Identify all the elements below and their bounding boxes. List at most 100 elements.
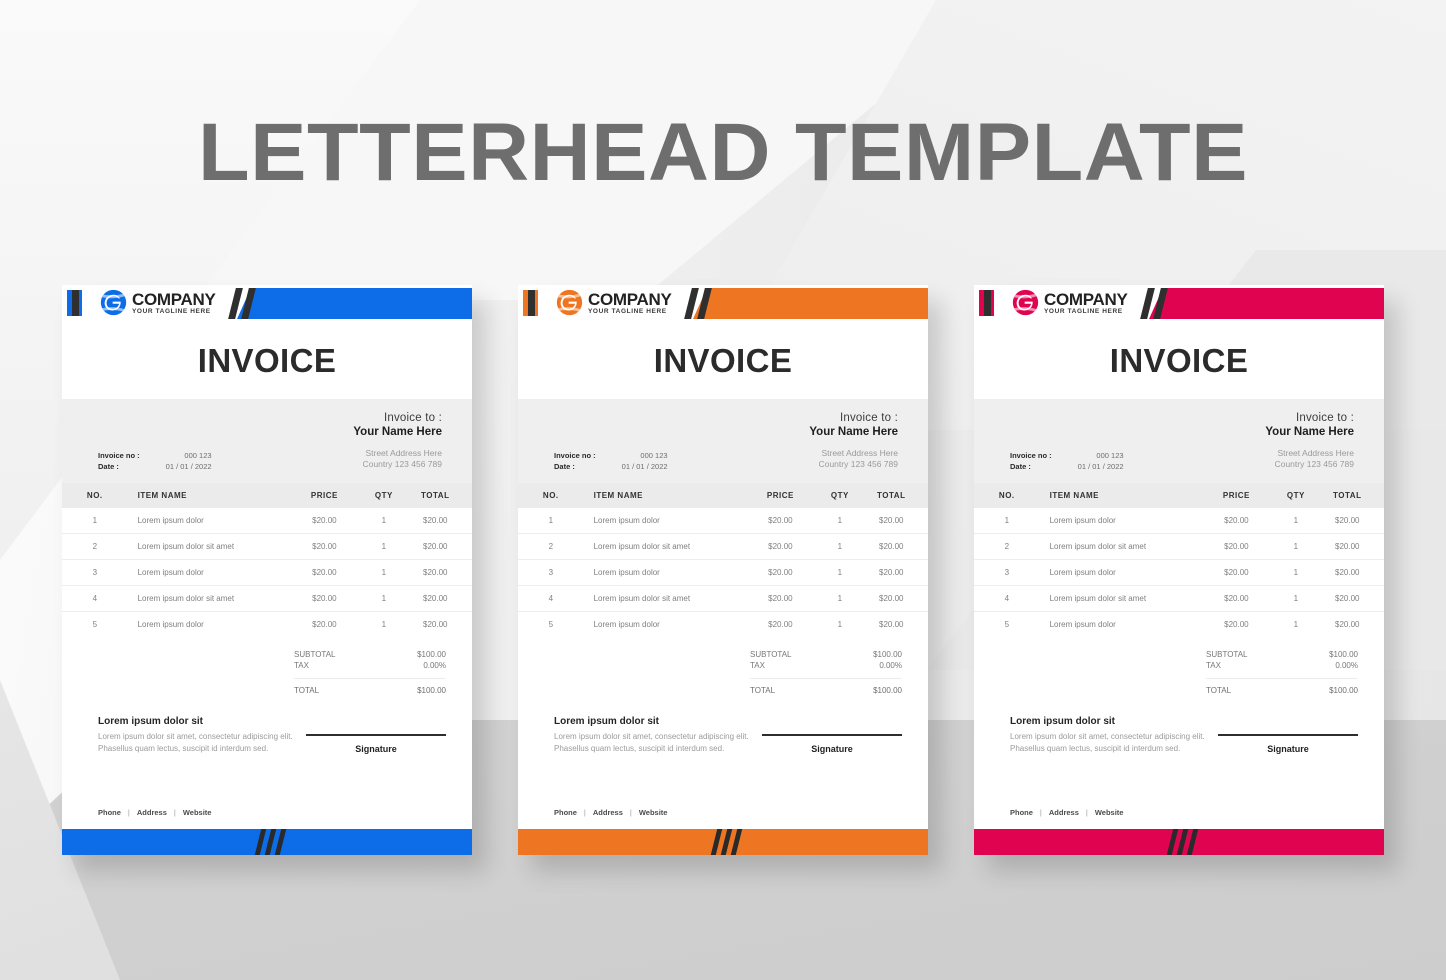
cell-no: 4 <box>62 585 128 612</box>
company-logo-text: COMPANY YOUR TAGLINE HERE <box>1044 290 1128 316</box>
cell-price: $20.00 <box>291 508 358 534</box>
client-name: Your Name Here <box>353 426 442 438</box>
invoice-date-value: 01 / 01 / 2022 <box>621 462 668 471</box>
contact-address[interactable]: Address <box>137 808 167 817</box>
cell-no: 2 <box>974 533 1040 560</box>
tax-value: 0.00% <box>423 661 446 670</box>
subtotal-value: $100.00 <box>873 650 902 659</box>
contact-phone[interactable]: Phone <box>554 808 577 817</box>
client-name: Your Name Here <box>1265 426 1354 438</box>
signature-area[interactable]: Signature <box>1218 734 1358 754</box>
contact-phone[interactable]: Phone <box>98 808 121 817</box>
notes-section: Lorem ipsum dolor sit Lorem ipsum dolor … <box>62 696 472 829</box>
invoice-heading: INVOICE <box>197 342 337 379</box>
cell-qty: 1 <box>357 508 411 534</box>
cell-no: 5 <box>92 620 98 629</box>
tax-value: 0.00% <box>1335 661 1358 670</box>
invoice-title-band: INVOICE <box>518 323 928 399</box>
subtotal-value: $100.00 <box>1329 650 1358 659</box>
cell-price: $20.00 <box>1203 533 1270 560</box>
cell-qty: 1 <box>813 585 867 612</box>
company-logo[interactable]: COMPANY YOUR TAGLINE HERE <box>556 289 672 316</box>
cell-price: $20.00 <box>1203 559 1270 586</box>
cell-price: $20.00 <box>291 559 358 586</box>
cell-price: $20.00 <box>312 620 337 629</box>
grand-total-value: $100.00 <box>873 686 902 695</box>
signature-area[interactable]: Signature <box>306 734 446 754</box>
table-row: 5 Lorem ipsum dolor $20.00 1 $20.00 <box>62 612 472 638</box>
invoice-date-label: Date : <box>1010 462 1031 471</box>
table-header-row: NO. ITEM NAME PRICE QTY TOTAL <box>974 483 1384 508</box>
cell-total: $20.00 <box>423 620 448 629</box>
tax-row: TAX 0.00% <box>294 660 446 671</box>
cell-price: $20.00 <box>1203 585 1270 612</box>
company-name: COMPANY <box>132 289 216 309</box>
table-row: 3 Lorem ipsum dolor $20.00 1 $20.00 <box>974 559 1384 586</box>
line-items-section: NO. ITEM NAME PRICE QTY TOTAL 1 Lorem ips… <box>974 483 1384 696</box>
totals-divider <box>750 678 902 679</box>
cell-price: $20.00 <box>747 533 814 560</box>
company-logo[interactable]: COMPANY YOUR TAGLINE HERE <box>100 289 216 316</box>
header-accent-bar <box>237 288 472 319</box>
subtotal-value: $100.00 <box>417 650 446 659</box>
line-items-section: NO. ITEM NAME PRICE QTY TOTAL 1 Lorem ips… <box>518 483 928 696</box>
card-footer-bar <box>62 829 472 855</box>
cell-qty: 1 <box>357 533 411 560</box>
invoice-to-label: Invoice to : <box>1295 412 1354 424</box>
invoice-no-value: 000 123 <box>1096 451 1124 460</box>
invoice-date-value: 01 / 01 / 2022 <box>165 462 212 471</box>
column-header-item: ITEM NAME <box>127 483 292 508</box>
cell-no: 5 <box>1004 620 1010 629</box>
cell-no: 4 <box>974 585 1040 612</box>
subtotal-label: SUBTOTAL <box>750 650 792 659</box>
cell-no: 3 <box>974 559 1040 586</box>
table-row: 5 Lorem ipsum dolor $20.00 1 $20.00 <box>974 612 1384 638</box>
grand-total-label: TOTAL <box>1206 686 1232 695</box>
cell-item: Lorem ipsum dolor sit amet <box>127 585 292 612</box>
contact-website[interactable]: Website <box>183 808 212 817</box>
grand-total-row: TOTAL $100.00 <box>1206 685 1358 696</box>
notes-section: Lorem ipsum dolor sit Lorem ipsum dolor … <box>518 696 928 829</box>
poster-canvas: LETTERHEAD TEMPLATE COMPANY YOUR TAGLINE… <box>0 0 1446 980</box>
cell-item: Lorem ipsum dolor <box>583 559 748 586</box>
cell-price: $20.00 <box>291 585 358 612</box>
invoice-meta-band: Invoice to : Your Name Here Street Addre… <box>974 399 1384 483</box>
table-row: 2 Lorem ipsum dolor sit amet $20.00 1 $20.00 <box>974 533 1384 560</box>
table-header-row: NO. ITEM NAME PRICE QTY TOTAL <box>62 483 472 508</box>
header-left-accent-block <box>979 290 994 316</box>
table-row: 3 Lorem ipsum dolor $20.00 1 $20.00 <box>62 559 472 586</box>
notes-title: Lorem ipsum dolor sit <box>554 716 660 727</box>
table-row: 1 Lorem ipsum dolor $20.00 1 $20.00 <box>518 508 928 534</box>
contact-address[interactable]: Address <box>593 808 623 817</box>
cell-price: $20.00 <box>768 620 793 629</box>
table-row: 1 Lorem ipsum dolor $20.00 1 $20.00 <box>974 508 1384 534</box>
cell-item: Lorem ipsum dolor <box>127 559 292 586</box>
cell-item: Lorem ipsum dolor <box>1039 508 1204 534</box>
cell-total: $20.00 <box>1335 620 1360 629</box>
contact-phone[interactable]: Phone <box>1010 808 1033 817</box>
table-row: 4 Lorem ipsum dolor sit amet $20.00 1 $20.00 <box>974 585 1384 612</box>
cell-qty: 1 <box>357 585 411 612</box>
cell-item: Lorem ipsum dolor <box>1039 559 1204 586</box>
cell-total: $20.00 <box>866 508 928 534</box>
tax-row: TAX 0.00% <box>1206 660 1358 671</box>
table-row: 5 Lorem ipsum dolor $20.00 1 $20.00 <box>518 612 928 638</box>
table-row: 4 Lorem ipsum dolor sit amet $20.00 1 $20.00 <box>62 585 472 612</box>
invoice-no-label: Invoice no : <box>98 451 140 460</box>
contact-website[interactable]: Website <box>639 808 668 817</box>
invoice-identifiers: Invoice no : Date : 000 123 01 / 01 / 20… <box>554 450 668 472</box>
cell-total: $20.00 <box>866 559 928 586</box>
contact-website[interactable]: Website <box>1095 808 1124 817</box>
invoice-identifiers: Invoice no : Date : 000 123 01 / 01 / 20… <box>1010 450 1124 472</box>
invoice-no-value: 000 123 <box>184 451 212 460</box>
grand-total-row: TOTAL $100.00 <box>294 685 446 696</box>
signature-label: Signature <box>355 743 397 754</box>
totals-divider <box>1206 678 1358 679</box>
cell-price: $20.00 <box>1203 508 1270 534</box>
signature-line <box>1218 734 1358 736</box>
contact-row: Phone | Address | Website <box>554 808 667 817</box>
cell-price: $20.00 <box>747 585 814 612</box>
contact-address[interactable]: Address <box>1049 808 1079 817</box>
signature-area[interactable]: Signature <box>762 734 902 754</box>
company-logo[interactable]: COMPANY YOUR TAGLINE HERE <box>1012 289 1128 316</box>
